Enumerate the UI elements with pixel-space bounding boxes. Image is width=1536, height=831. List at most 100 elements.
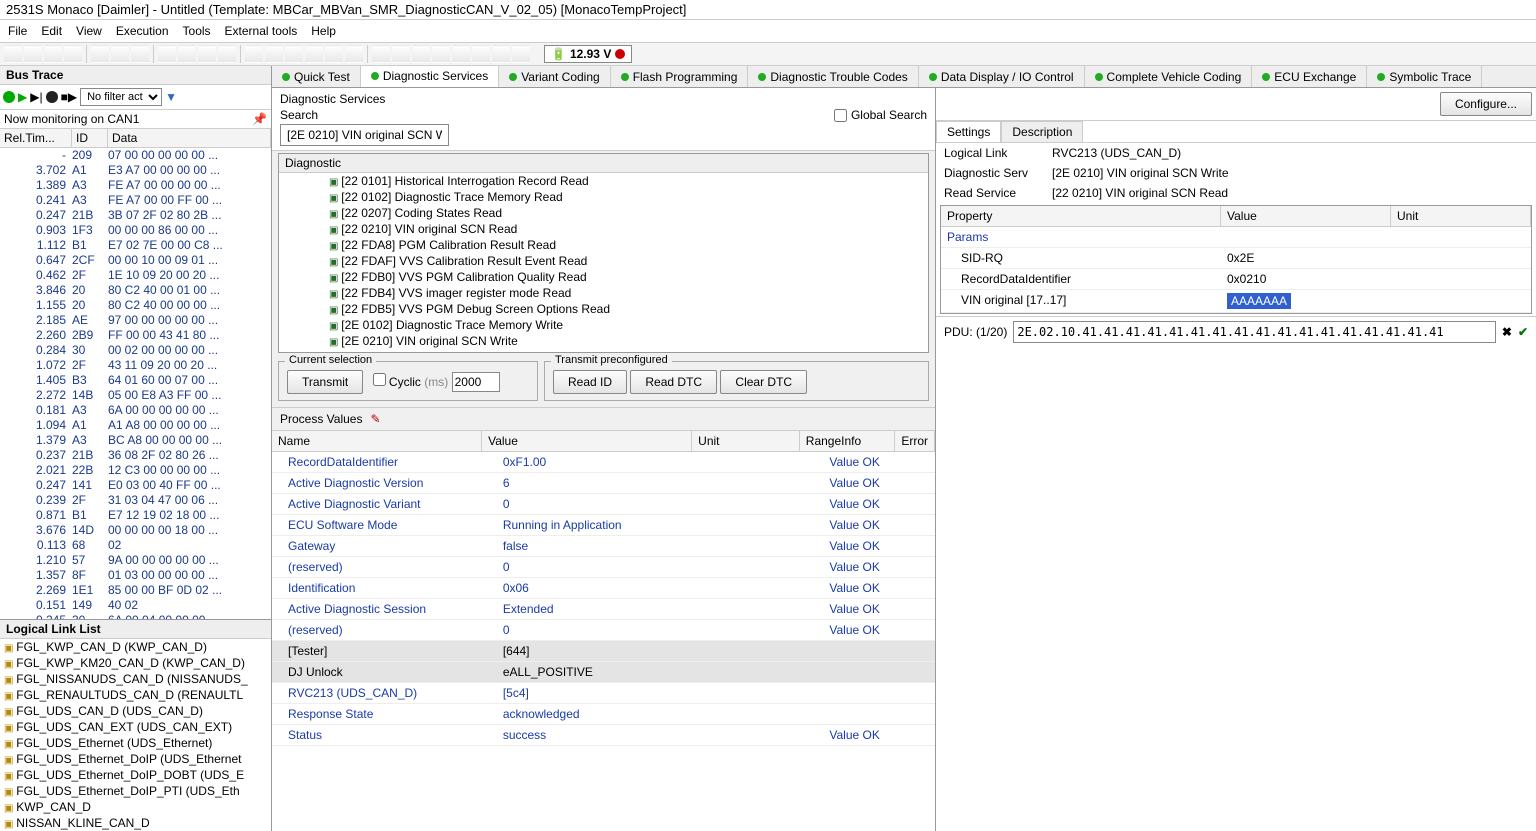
tree-item[interactable]: [2E 0102] Diagnostic Trace Memory Write bbox=[279, 317, 928, 333]
logical-link-item[interactable]: FGL_UDS_CAN_EXT (UDS_CAN_EXT) bbox=[0, 719, 271, 735]
menu-file[interactable]: File bbox=[8, 24, 27, 38]
search-input[interactable] bbox=[280, 124, 449, 146]
tb-icon[interactable] bbox=[131, 45, 149, 63]
trace-row[interactable]: 3.67614D00 00 00 00 18 00 ... bbox=[0, 523, 271, 538]
trace-row[interactable]: 0.6472CF00 00 10 00 09 01 ... bbox=[0, 253, 271, 268]
tb-icon[interactable] bbox=[24, 45, 42, 63]
apply-icon[interactable]: ✔ bbox=[1518, 325, 1528, 339]
tab-symbolic-trace[interactable]: Symbolic Trace bbox=[1367, 66, 1482, 87]
pv-row[interactable]: DJ UnlockeALL_POSITIVE bbox=[272, 662, 935, 683]
tb-icon[interactable] bbox=[345, 45, 363, 63]
start-trace-icon[interactable] bbox=[3, 91, 15, 103]
tb-icon[interactable] bbox=[372, 45, 390, 63]
pv-row[interactable]: Identification0x06Value OK bbox=[272, 578, 935, 599]
transmit-button[interactable]: Transmit bbox=[287, 370, 363, 394]
tb-icon[interactable] bbox=[158, 45, 176, 63]
tab-diagnostic-services[interactable]: Diagnostic Services bbox=[361, 66, 499, 88]
trace-row[interactable]: 1.094A1A1 A8 00 00 00 00 ... bbox=[0, 418, 271, 433]
trace-row[interactable]: 0.247141E0 03 00 40 FF 00 ... bbox=[0, 478, 271, 493]
tb-icon[interactable] bbox=[305, 45, 323, 63]
tb-icon[interactable] bbox=[285, 45, 303, 63]
menu-external-tools[interactable]: External tools bbox=[225, 24, 298, 38]
trace-row[interactable]: 0.2392F31 03 04 47 00 06 ... bbox=[0, 493, 271, 508]
next-icon[interactable]: ▶| bbox=[30, 90, 42, 104]
trace-row[interactable]: 3.702A1E3 A7 00 00 00 00 ... bbox=[0, 163, 271, 178]
menu-help[interactable]: Help bbox=[311, 24, 336, 38]
filter-icon[interactable]: ▼ bbox=[165, 90, 177, 104]
tb-icon[interactable] bbox=[392, 45, 410, 63]
read-dtc-button[interactable]: Read DTC bbox=[630, 370, 717, 394]
tb-icon[interactable] bbox=[492, 45, 510, 63]
tree-item[interactable]: [22 0102] Diagnostic Trace Memory Read bbox=[279, 189, 928, 205]
logical-link-item[interactable]: FGL_NISSANUDS_CAN_D (NISSANUDS_ bbox=[0, 671, 271, 687]
trace-row[interactable]: 2.2602B9FF 00 00 43 41 80 ... bbox=[0, 328, 271, 343]
menu-tools[interactable]: Tools bbox=[183, 24, 211, 38]
global-search-checkbox[interactable]: Global Search bbox=[834, 108, 927, 122]
tb-icon[interactable] bbox=[512, 45, 530, 63]
pv-row[interactable]: RecordDataIdentifier0xF1.00Value OK bbox=[272, 452, 935, 473]
description-tab[interactable]: Description bbox=[1001, 121, 1083, 142]
tree-item[interactable]: [22 FDB0] VVS PGM Calibration Quality Re… bbox=[279, 269, 928, 285]
trace-row[interactable]: 2.185AE97 00 00 00 00 00 ... bbox=[0, 313, 271, 328]
tb-icon[interactable] bbox=[64, 45, 82, 63]
tab-complete-vehicle-coding[interactable]: Complete Vehicle Coding bbox=[1085, 66, 1253, 87]
pin-icon[interactable]: 📌 bbox=[252, 112, 267, 126]
pv-row[interactable]: [Tester][644] bbox=[272, 641, 935, 662]
trace-row[interactable]: 0.4622F1E 10 09 20 00 20 ... bbox=[0, 268, 271, 283]
trace-row[interactable]: 0.1136802 bbox=[0, 538, 271, 553]
trace-row[interactable]: 2.27214B05 00 E8 A3 FF 00 ... bbox=[0, 388, 271, 403]
trace-body[interactable]: -20907 00 00 00 00 00 ...3.702A1E3 A7 00… bbox=[0, 148, 271, 619]
tree-item[interactable]: [2E 0210] VIN original SCN Write bbox=[279, 333, 928, 349]
tb-icon[interactable] bbox=[91, 45, 109, 63]
logical-link-item[interactable]: FGL_KWP_KM20_CAN_D (KWP_CAN_D) bbox=[0, 655, 271, 671]
tb-icon[interactable] bbox=[432, 45, 450, 63]
settings-tab[interactable]: Settings bbox=[936, 121, 1001, 142]
trace-row[interactable]: 1.389A3FE A7 00 00 00 00 ... bbox=[0, 178, 271, 193]
tab-ecu-exchange[interactable]: ECU Exchange bbox=[1252, 66, 1367, 87]
logical-link-item[interactable]: KWP_CAN_D bbox=[0, 799, 271, 815]
prev-icon[interactable]: ■▶ bbox=[61, 90, 77, 104]
diagnostic-tree[interactable]: Diagnostic [22 0101] Historical Interrog… bbox=[278, 153, 929, 353]
cyclic-ms-input[interactable] bbox=[452, 372, 500, 392]
pv-row[interactable]: Active Diagnostic SessionExtendedValue O… bbox=[272, 599, 935, 620]
pdu-input[interactable] bbox=[1013, 321, 1496, 343]
cyclic-checkbox[interactable]: Cyclic bbox=[373, 375, 421, 389]
trace-row[interactable]: 2.02122B12 C3 00 00 00 00 ... bbox=[0, 463, 271, 478]
trace-row[interactable]: -20907 00 00 00 00 00 ... bbox=[0, 148, 271, 163]
trace-row[interactable]: 1.0722F43 11 09 20 00 20 ... bbox=[0, 358, 271, 373]
tab-flash-programming[interactable]: Flash Programming bbox=[611, 66, 749, 87]
trace-row[interactable]: 0.181A36A 00 00 00 00 00 ... bbox=[0, 403, 271, 418]
filter-select[interactable]: No filter act bbox=[80, 88, 162, 106]
vin-edit-field[interactable]: AAAAAAA bbox=[1227, 293, 1291, 309]
tree-item[interactable]: [22 FDB5] VVS PGM Debug Screen Options R… bbox=[279, 301, 928, 317]
trace-row[interactable]: 1.1552080 C2 40 00 00 00 ... bbox=[0, 298, 271, 313]
tree-item[interactable]: [22 0207] Coding States Read bbox=[279, 205, 928, 221]
tb-icon[interactable] bbox=[472, 45, 490, 63]
pv-row[interactable]: (reserved)0Value OK bbox=[272, 620, 935, 641]
menu-execution[interactable]: Execution bbox=[116, 24, 169, 38]
trace-row[interactable]: 0.2843000 02 00 00 00 00 ... bbox=[0, 343, 271, 358]
tab-variant-coding[interactable]: Variant Coding bbox=[499, 66, 611, 87]
tb-icon[interactable] bbox=[265, 45, 283, 63]
pv-row[interactable]: Active Diagnostic Version6Value OK bbox=[272, 473, 935, 494]
trace-row[interactable]: 2.2691E185 00 00 BF 0D 02 ... bbox=[0, 583, 271, 598]
tb-icon[interactable] bbox=[325, 45, 343, 63]
tab-quick-test[interactable]: Quick Test bbox=[272, 66, 361, 87]
tb-icon[interactable] bbox=[178, 45, 196, 63]
prop-row[interactable]: VIN original [17..17]AAAAAAA bbox=[941, 290, 1531, 313]
menu-edit[interactable]: Edit bbox=[41, 24, 62, 38]
tb-icon[interactable] bbox=[218, 45, 236, 63]
menu-view[interactable]: View bbox=[76, 24, 102, 38]
clear-dtc-button[interactable]: Clear DTC bbox=[720, 370, 807, 394]
trace-row[interactable]: 1.3578F01 03 00 00 00 00 ... bbox=[0, 568, 271, 583]
logical-link-item[interactable]: FGL_UDS_Ethernet (UDS_Ethernet) bbox=[0, 735, 271, 751]
logical-link-item[interactable]: NISSAN_KLINE_CAN_D bbox=[0, 815, 271, 831]
prop-row[interactable]: RecordDataIdentifier0x0210 bbox=[941, 269, 1531, 290]
pv-row[interactable]: ECU Software ModeRunning in ApplicationV… bbox=[272, 515, 935, 536]
logical-link-item[interactable]: FGL_UDS_Ethernet_DoIP (UDS_Ethernet bbox=[0, 751, 271, 767]
trace-row[interactable]: 0.241A3FE A7 00 00 FF 00 ... bbox=[0, 193, 271, 208]
logical-link-item[interactable]: FGL_RENAULTUDS_CAN_D (RENAULTL bbox=[0, 687, 271, 703]
trace-row[interactable]: 0.9031F300 00 00 86 00 00 ... bbox=[0, 223, 271, 238]
pv-row[interactable]: GatewayfalseValue OK bbox=[272, 536, 935, 557]
tab-diagnostic-trouble-codes[interactable]: Diagnostic Trouble Codes bbox=[748, 66, 918, 87]
